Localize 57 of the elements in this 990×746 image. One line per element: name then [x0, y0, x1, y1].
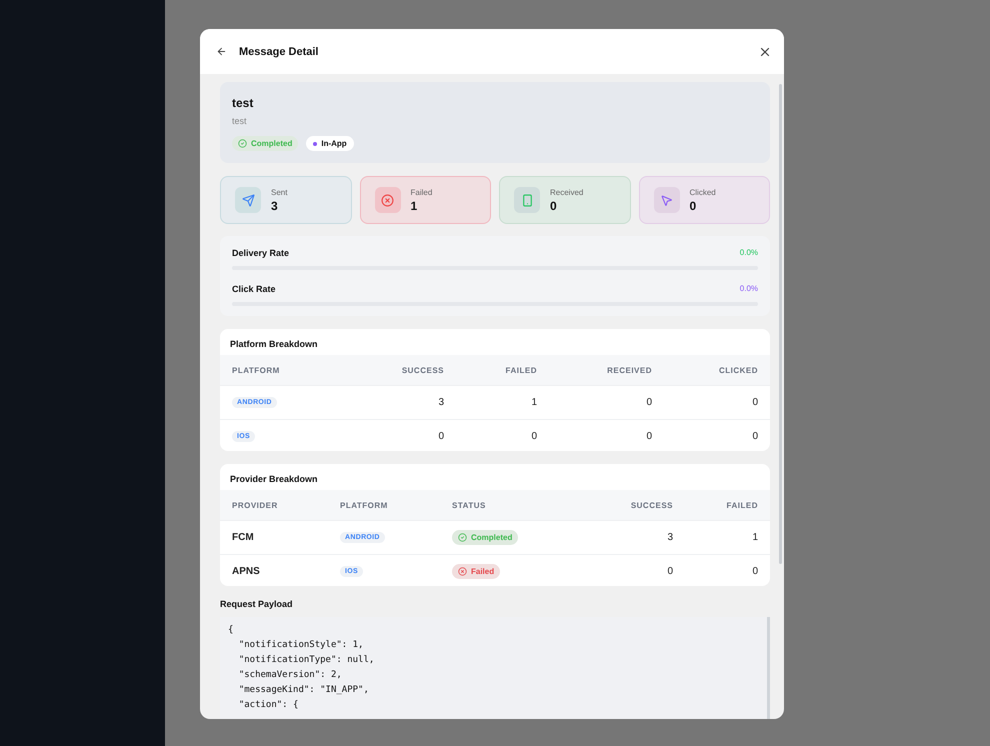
- stat-label: Received: [550, 188, 584, 196]
- table-cell: FCM: [220, 520, 328, 554]
- code-block: { "notificationStyle": 1, "notificationType": null, "schemaVersion": 2, "messageKind": "IN_APP", "action": {: [220, 617, 770, 719]
- rate-value: 0.0%: [740, 284, 758, 294]
- section-title: Request Payload: [220, 599, 294, 609]
- channel-badge: In-App: [306, 136, 354, 151]
- error-icon: [381, 194, 394, 206]
- rate-label: Delivery Rate: [232, 248, 290, 258]
- table-cell: 1: [685, 520, 770, 554]
- table-cell: 0: [685, 554, 770, 586]
- send-icon: [242, 194, 254, 206]
- table-cell: 0: [549, 419, 664, 451]
- card-title: Provider Breakdown: [229, 473, 319, 486]
- column-header: PROVIDER: [220, 490, 328, 520]
- table-cell: 3: [344, 385, 456, 419]
- message-title: test: [232, 96, 254, 110]
- table-cell: APNS: [220, 554, 328, 586]
- stat-label: Sent: [271, 188, 288, 196]
- table-cell: 1: [456, 385, 549, 419]
- check-icon: [238, 139, 247, 148]
- column-header: SUCCESS: [344, 355, 456, 385]
- stat-label: Failed: [410, 188, 432, 196]
- stat-value: 0: [550, 198, 558, 212]
- back-button[interactable]: [216, 46, 227, 57]
- stat-value: 0: [690, 198, 698, 212]
- stat-value: 3: [271, 198, 279, 212]
- table-cell: 3: [585, 520, 685, 554]
- column-header: SUCCESS: [585, 490, 685, 520]
- column-header: STATUS: [440, 490, 585, 520]
- table-cell: 0: [344, 419, 456, 451]
- column-header: FAILED: [685, 490, 770, 520]
- status-badge: Failed: [452, 564, 500, 579]
- column-header: PLATFORM: [220, 355, 344, 385]
- stat-label: Clicked: [690, 188, 716, 196]
- column-header: PLATFORM: [328, 490, 440, 520]
- error-icon: [458, 567, 467, 576]
- table-cell: 0: [664, 419, 770, 451]
- dialog-title: Message Detail: [239, 46, 320, 58]
- card-title: Platform Breakdown: [229, 338, 319, 351]
- table-cell: 0: [456, 419, 549, 451]
- check-icon: [458, 533, 467, 542]
- column-header: FAILED: [456, 355, 549, 385]
- cursor-icon: [660, 194, 673, 206]
- column-header: RECEIVED: [549, 355, 664, 385]
- table-cell: 0: [585, 554, 685, 586]
- column-header: CLICKED: [664, 355, 770, 385]
- rate-value: 0.0%: [740, 248, 758, 258]
- status-badge: Completed: [452, 530, 518, 545]
- scrollbar[interactable]: [779, 84, 782, 564]
- table-cell: 0: [664, 385, 770, 419]
- message-subtitle: test: [232, 116, 248, 126]
- channel-dot: [313, 142, 318, 146]
- phone-icon: [520, 194, 534, 206]
- rate-label: Click Rate: [232, 284, 276, 294]
- table-cell: 0: [549, 385, 664, 419]
- status-badge: Completed: [232, 136, 298, 151]
- stat-value: 1: [410, 198, 418, 212]
